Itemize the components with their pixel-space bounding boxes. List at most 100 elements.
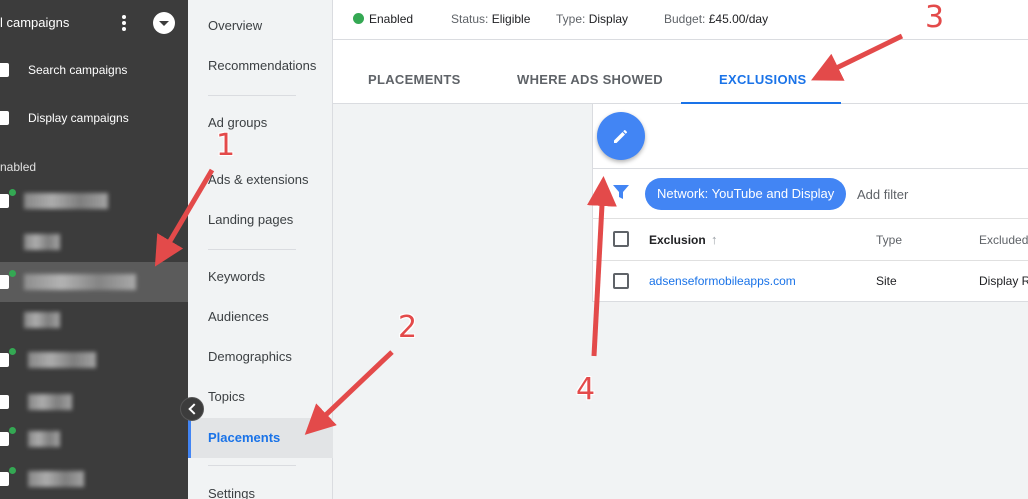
- campaign-item[interactable]: [0, 181, 188, 221]
- status-value: Eligible: [491, 12, 531, 26]
- redacted-campaign-name: [28, 352, 96, 368]
- annotation-number-4: 4: [576, 372, 596, 407]
- campaign-item[interactable]: [0, 419, 188, 459]
- campaign-page-nav: Overview Recommendations Ad groups Ads &…: [188, 0, 333, 499]
- nav-item-settings[interactable]: Settings: [188, 474, 333, 499]
- redacted-campaign-name: [24, 234, 60, 250]
- pencil-icon: [614, 129, 628, 143]
- nav-item-overview[interactable]: Overview: [188, 6, 333, 46]
- nav-item-recommendations[interactable]: Recommendations: [188, 46, 333, 86]
- redacted-campaign-name: [24, 312, 60, 328]
- search-campaign-icon: [0, 395, 9, 409]
- sidebar-item-display-campaigns[interactable]: Display campaigns: [0, 104, 188, 134]
- status-field: Status: Eligible: [451, 12, 530, 26]
- enabled-status-dot: [9, 348, 16, 355]
- nav-item-label: Ads & extensions: [208, 172, 309, 187]
- enabled-status-dot: [9, 427, 16, 434]
- tab-where-ads-showed[interactable]: WHERE ADS SHOWED: [517, 40, 667, 104]
- add-filter-button[interactable]: Add filter: [857, 187, 908, 202]
- nav-item-placements[interactable]: Placements: [188, 418, 333, 458]
- sidebar-title: l campaigns: [0, 15, 70, 30]
- row-checkbox[interactable]: [613, 273, 629, 289]
- sidebar-header: l campaigns: [0, 0, 188, 46]
- nav-item-label: Audiences: [208, 309, 269, 324]
- excluded-from: Display R: [979, 274, 1028, 288]
- collapse-sidebar-icon[interactable]: [180, 397, 204, 421]
- campaign-sidebar: l campaigns Search campaigns Display cam…: [0, 0, 188, 499]
- type-label: Type:: [556, 12, 586, 26]
- sort-ascending-icon[interactable]: ↑: [711, 232, 718, 247]
- nav-item-landing-pages[interactable]: Landing pages: [188, 200, 333, 240]
- tab-label: PLACEMENTS: [368, 72, 461, 87]
- nav-item-ads-extensions[interactable]: Ads & extensions: [188, 160, 333, 200]
- type-field: Type: Display: [556, 12, 628, 26]
- campaign-status-bar: Enabled Status: Eligible Type: Display B…: [333, 0, 1028, 40]
- column-header-exclusion[interactable]: Exclusion: [649, 233, 706, 247]
- budget-value: £45.00/day: [708, 12, 769, 26]
- annotation-number-2: 2: [398, 310, 418, 345]
- placement-tabs: PLACEMENTS WHERE ADS SHOWED EXCLUSIONS: [333, 40, 1028, 104]
- redacted-campaign-name: [24, 193, 108, 209]
- enabled-status-icon: [353, 13, 364, 24]
- annotation-number-1: 1: [216, 128, 236, 163]
- redacted-campaign-name: [24, 274, 136, 290]
- nav-divider: [208, 465, 296, 466]
- enabled-status-dot: [9, 467, 16, 474]
- search-campaign-icon: [0, 63, 9, 77]
- enabled-label: Enabled: [369, 12, 414, 26]
- type-value: Display: [588, 12, 629, 26]
- nav-item-label: Overview: [208, 18, 263, 33]
- table-divider: [592, 260, 1028, 261]
- nav-item-label: Recommendations: [208, 58, 317, 73]
- enabled-status-dot: [9, 189, 16, 196]
- search-campaign-icon: [0, 353, 9, 367]
- search-campaign-icon: [0, 472, 9, 486]
- annotation-number-3: 3: [925, 0, 945, 35]
- edit-button[interactable]: [597, 112, 645, 160]
- tab-exclusions[interactable]: EXCLUSIONS: [681, 40, 841, 104]
- enabled-status-dot: [9, 270, 16, 277]
- campaign-item[interactable]: [0, 222, 188, 262]
- redacted-campaign-name: [28, 431, 60, 447]
- redacted-campaign-name: [28, 471, 84, 487]
- nav-item-audiences[interactable]: Audiences: [188, 297, 333, 337]
- nav-item-demographics[interactable]: Demographics: [188, 337, 333, 377]
- sidebar-item-label: Display campaigns: [28, 111, 129, 125]
- table-divider: [592, 218, 1028, 219]
- campaign-item[interactable]: [0, 340, 188, 380]
- budget-label: Budget:: [664, 12, 706, 26]
- tab-placements[interactable]: PLACEMENTS: [368, 40, 468, 104]
- display-campaign-icon: [0, 111, 9, 125]
- more-options-icon[interactable]: [120, 14, 128, 34]
- budget-field[interactable]: Budget: £45.00/day: [664, 12, 768, 26]
- tab-label: EXCLUSIONS: [719, 72, 807, 87]
- column-header-type[interactable]: Type: [876, 233, 902, 247]
- nav-item-ad-groups[interactable]: Ad groups: [188, 103, 333, 143]
- dropdown-toggle-icon[interactable]: [153, 12, 175, 34]
- panel-divider: [592, 168, 1028, 169]
- display-campaign-icon: [0, 275, 9, 289]
- campaign-item[interactable]: [0, 459, 188, 499]
- tab-label: WHERE ADS SHOWED: [517, 72, 663, 87]
- nav-item-keywords[interactable]: Keywords: [188, 257, 333, 297]
- nav-item-label: Landing pages: [208, 212, 294, 227]
- nav-divider: [208, 249, 296, 250]
- network-filter-chip[interactable]: Network: YouTube and Display: [645, 178, 847, 210]
- redacted-campaign-name: [28, 394, 72, 410]
- sidebar-item-search-campaigns[interactable]: Search campaigns: [0, 56, 188, 86]
- display-campaign-icon: [0, 194, 9, 208]
- campaign-item[interactable]: [0, 382, 188, 422]
- column-header-excluded-from[interactable]: Excluded: [979, 233, 1028, 247]
- nav-item-label: Settings: [208, 486, 255, 499]
- filter-icon[interactable]: [612, 184, 630, 200]
- nav-item-label: Placements: [208, 430, 281, 445]
- campaign-item-selected[interactable]: [0, 262, 188, 302]
- select-all-checkbox[interactable]: [613, 231, 629, 247]
- exclusion-link[interactable]: adsenseformobileapps.com: [649, 274, 796, 288]
- nav-item-topics[interactable]: Topics: [188, 377, 333, 417]
- campaign-item[interactable]: [0, 300, 188, 340]
- sidebar-section-enabled: nabled: [0, 160, 37, 174]
- enabled-status[interactable]: Enabled: [369, 12, 413, 26]
- nav-item-label: Keywords: [208, 269, 266, 284]
- nav-item-label: Topics: [208, 389, 245, 404]
